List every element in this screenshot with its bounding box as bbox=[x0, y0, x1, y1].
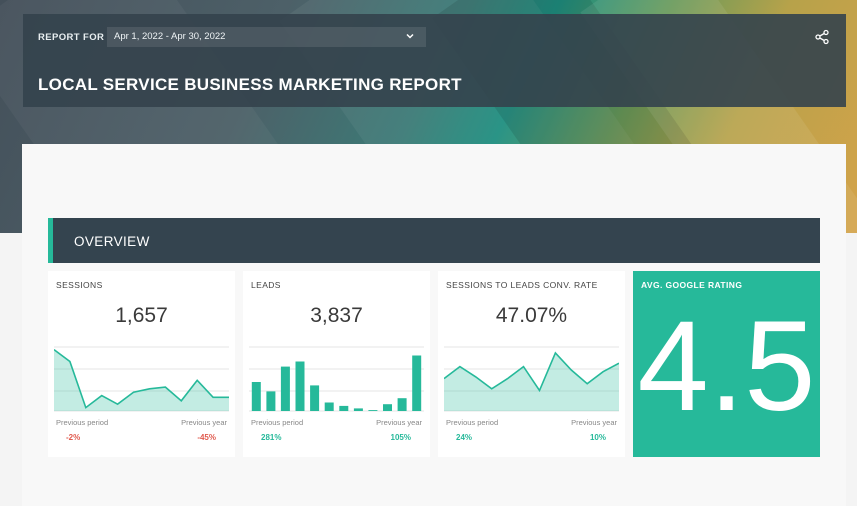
previous-period-label: Previous period bbox=[446, 418, 499, 427]
card-value: 1,657 bbox=[115, 304, 168, 327]
chart-area bbox=[54, 349, 229, 411]
previous-period-label: Previous period bbox=[251, 418, 304, 427]
google-rating-card: AVG. GOOGLE RATING 4.5 bbox=[633, 271, 820, 457]
previous-period-value: 24% bbox=[456, 433, 473, 442]
chart-bar bbox=[368, 410, 378, 411]
card-title: SESSIONS bbox=[56, 280, 103, 290]
report-content: OVERVIEW SESSIONS 1,657 Previous period … bbox=[22, 144, 846, 506]
chart-area bbox=[444, 353, 619, 411]
chart-bar bbox=[324, 402, 334, 411]
previous-period-value: -2% bbox=[66, 433, 81, 442]
chevron-down-icon bbox=[406, 33, 414, 39]
leads-card: LEADS 3,837 Previous period Previous yea… bbox=[243, 271, 430, 457]
chart-bar bbox=[280, 366, 290, 411]
date-range-value: Apr 1, 2022 - Apr 30, 2022 bbox=[114, 31, 226, 42]
rating-value: 4.5 bbox=[637, 295, 816, 438]
card-title: AVG. GOOGLE RATING bbox=[641, 280, 743, 290]
leads-trend-chart bbox=[249, 346, 424, 412]
previous-period-value: 281% bbox=[261, 433, 282, 442]
report-header: REPORT FOR Apr 1, 2022 - Apr 30, 2022 LO… bbox=[23, 14, 846, 107]
card-title: LEADS bbox=[251, 280, 281, 290]
conversion-rate-card: SESSIONS TO LEADS CONV. RATE 47.07% Prev… bbox=[438, 271, 625, 457]
chart-bar bbox=[397, 398, 407, 411]
previous-period-label: Previous period bbox=[56, 418, 109, 427]
card-value: 47.07% bbox=[495, 304, 568, 327]
chart-bar bbox=[310, 385, 320, 411]
date-range-select[interactable]: Apr 1, 2022 - Apr 30, 2022 bbox=[107, 27, 426, 47]
chart-bar bbox=[251, 382, 261, 411]
previous-year-label: Previous year bbox=[181, 418, 227, 427]
chart-bar bbox=[383, 404, 392, 411]
sessions-card: SESSIONS 1,657 Previous period Previous … bbox=[48, 271, 235, 457]
report-title: LOCAL SERVICE BUSINESS MARKETING REPORT bbox=[38, 75, 462, 94]
overview-title: OVERVIEW bbox=[74, 234, 150, 249]
chart-bar bbox=[339, 405, 349, 411]
previous-year-label: Previous year bbox=[571, 418, 617, 427]
chart-bar bbox=[295, 361, 305, 411]
chart-bar bbox=[266, 391, 276, 411]
sessions-trend-chart bbox=[54, 346, 229, 412]
overview-section-header: OVERVIEW bbox=[48, 218, 820, 263]
previous-year-label: Previous year bbox=[376, 418, 422, 427]
card-title: SESSIONS TO LEADS CONV. RATE bbox=[446, 280, 598, 290]
conversion-trend-chart bbox=[444, 346, 619, 412]
chart-bar bbox=[412, 355, 422, 411]
previous-year-value: 105% bbox=[390, 433, 411, 442]
previous-year-value: -45% bbox=[197, 433, 216, 442]
share-icon[interactable] bbox=[814, 29, 830, 45]
previous-year-value: 10% bbox=[589, 433, 606, 442]
report-for-label: REPORT FOR bbox=[38, 32, 105, 43]
chart-bar bbox=[353, 408, 363, 411]
card-value: 3,837 bbox=[310, 304, 363, 327]
